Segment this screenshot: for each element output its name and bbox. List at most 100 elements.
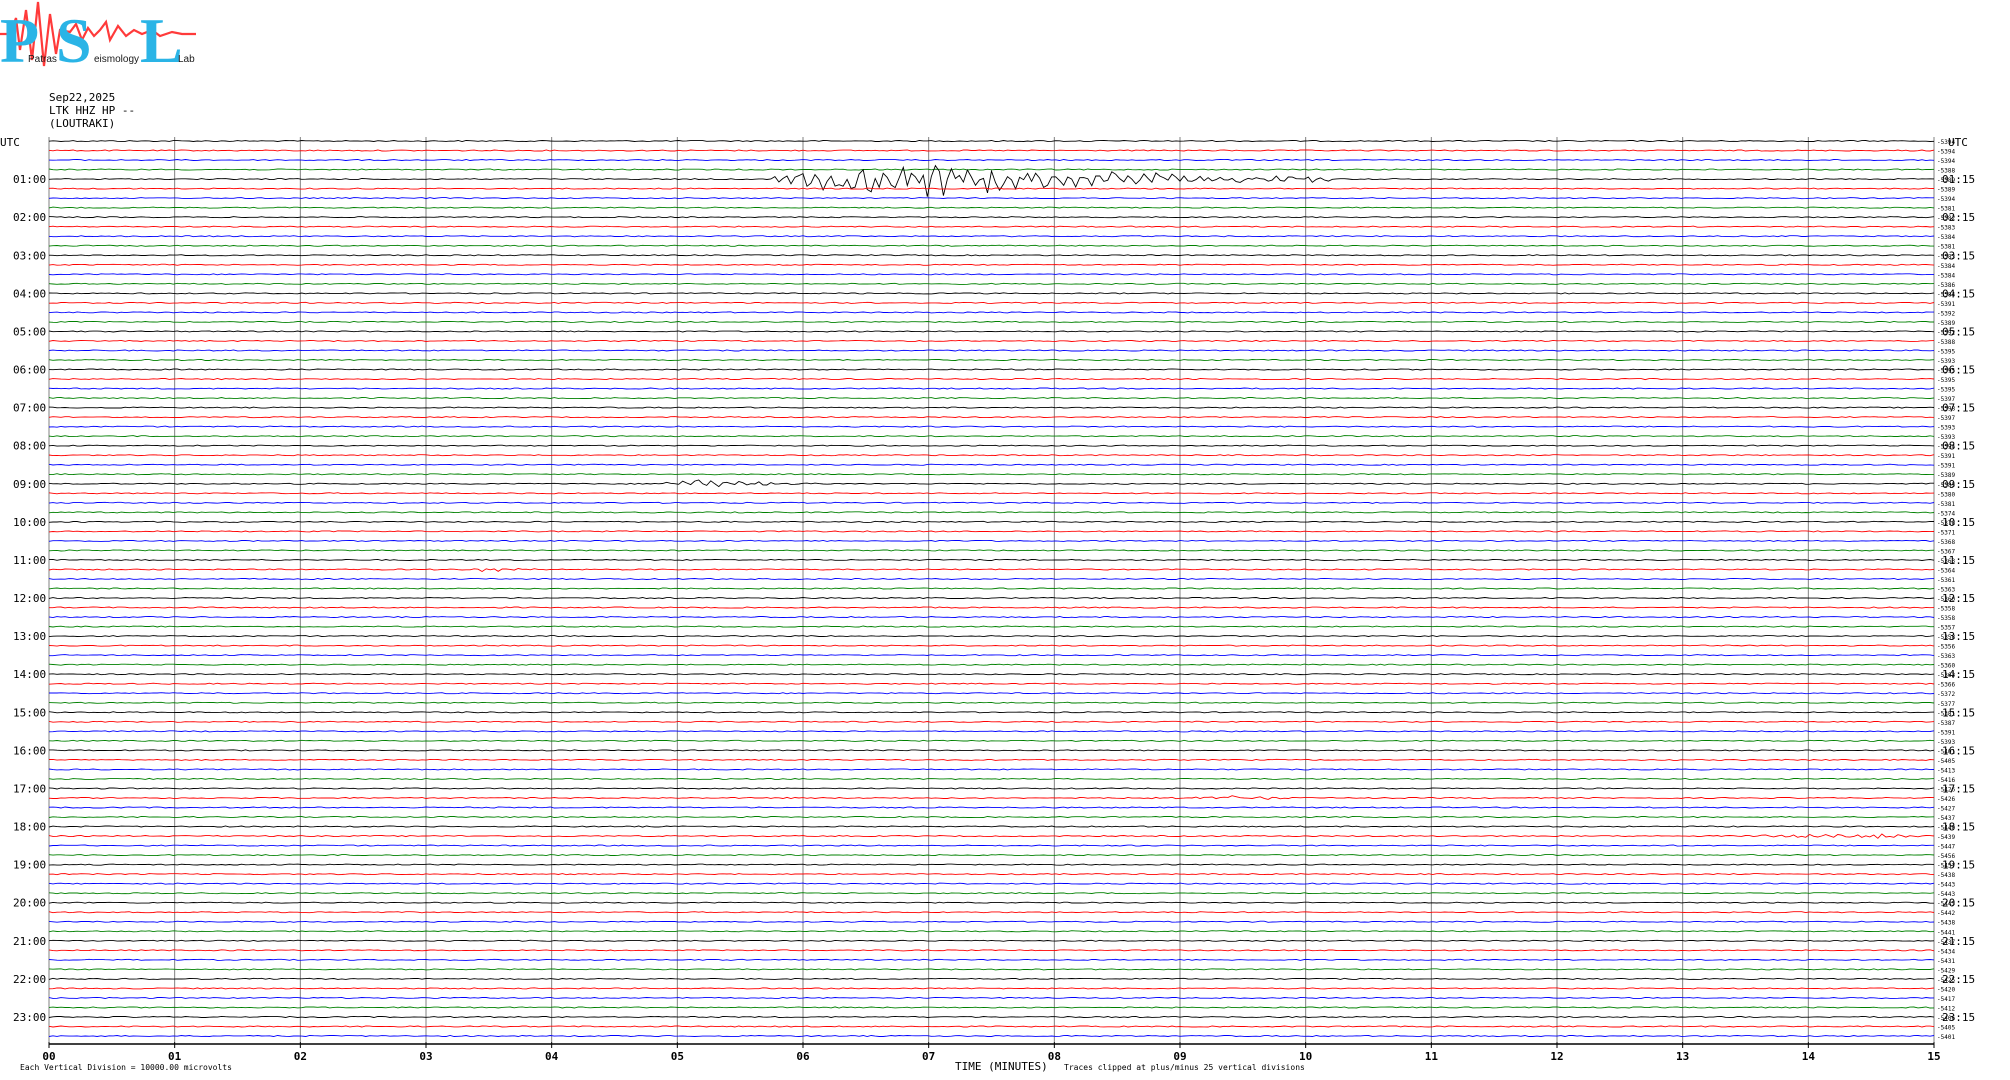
hour-label-right: 17:15 [1942,782,1975,795]
trace-row [48,692,1935,695]
helicorder-plot: UTC UTC TIME (MINUTES) Each Vertical Div… [0,136,1975,1073]
trace-row [48,949,1935,952]
trace-row [48,1015,1935,1018]
row-offset-label: -5438 [1937,872,1955,879]
hour-label-right: 14:15 [1942,668,1975,681]
row-offset-label: -5395 [1937,348,1955,355]
row-offset-label: -5443 [1937,882,1955,889]
trace-row [48,320,1934,323]
row-offset-label: -5364 [1937,567,1955,574]
trace-row [48,263,1935,266]
row-offset-label: -5417 [1937,996,1955,1003]
row-offset-label: -5361 [1937,577,1955,584]
trace-row [48,387,1935,390]
trace-row [48,787,1935,790]
hour-label-left: 21:00 [13,935,46,948]
row-offset-label: -5401 [1937,1034,1955,1041]
hour-label-left: 13:00 [13,630,46,643]
row-offset-label: -5394 [1937,158,1955,165]
trace-row [48,873,1935,876]
hour-label-left: 04:00 [13,287,46,300]
hour-label-left: 19:00 [13,859,46,872]
hour-label-left: 12:00 [13,592,46,605]
hour-label-left: 09:00 [13,478,46,491]
row-offset-label: -5366 [1937,682,1955,689]
x-tick-label: 11 [1425,1050,1439,1063]
row-offset-label: -5394 [1937,149,1955,156]
row-offset-label: -5393 [1937,425,1955,432]
hour-label-left: 10:00 [13,516,46,529]
hour-label-right: 09:15 [1942,478,1975,491]
x-tick-label: 00 [42,1050,55,1063]
hour-label-right: 07:15 [1942,402,1975,415]
row-offset-label: -5394 [1937,196,1955,203]
trace-row [48,1035,1935,1037]
x-tick-label: 10 [1299,1050,1312,1063]
trace-row [48,216,1935,219]
row-offset-label: -5391 [1937,453,1955,460]
row-offset-label: -5397 [1937,415,1955,422]
hour-label-left: 11:00 [13,554,46,567]
trace-row [48,479,1934,488]
row-offset-label: -5426 [1937,796,1955,803]
trace-row [48,416,1935,419]
row-offset-label: -5356 [1937,644,1955,651]
x-tick-label: 03 [419,1050,432,1063]
row-offset-label: -5392 [1937,310,1955,317]
trace-row [48,939,1935,942]
x-tick-label: 09 [1173,1050,1186,1063]
trace-row [48,149,1935,152]
row-offset-label: -5358 [1937,615,1955,622]
trace-row [48,463,1935,466]
hour-label-left: 08:00 [13,440,46,453]
trace-row [48,663,1935,666]
row-offset-label: -5368 [1937,539,1955,546]
x-tick-label: 01 [168,1050,182,1063]
hour-label-right: 15:15 [1942,706,1975,719]
x-tick-label: 05 [671,1050,684,1063]
hour-label-left: 15:00 [13,706,46,719]
row-offset-label: -5405 [1937,1024,1955,1031]
x-tick-label: 15 [1927,1050,1940,1063]
trace-row [48,530,1935,533]
trace-row [48,892,1935,895]
hour-label-right: 21:15 [1942,935,1975,948]
trace-row [49,654,1935,657]
clip-note: Traces clipped at plus/minus 25 vertical… [1064,1063,1305,1072]
hour-label-right: 08:15 [1942,440,1975,453]
trace-row [48,301,1935,304]
row-offset-label: -5371 [1937,529,1955,536]
trace-row [48,795,1935,800]
hour-label-left: 22:00 [13,973,46,986]
row-offset-label: -5395 [1937,387,1955,394]
trace-row [48,720,1935,723]
trace-row [48,549,1935,552]
row-offset-label: -5420 [1937,986,1955,993]
trace-row [48,425,1935,428]
hour-label-left: 07:00 [13,402,46,415]
row-offset-label: -5391 [1937,463,1955,470]
trace-row [48,358,1935,361]
trace-row [48,406,1935,409]
row-offset-label: -5358 [1937,606,1955,613]
trace-row [48,701,1935,704]
hour-label-right: 18:15 [1942,821,1975,834]
trace-row [48,368,1935,371]
trace-row [48,225,1935,228]
trace-row [48,768,1935,771]
trace-row [48,339,1935,342]
row-offset-label: -5394 [1937,139,1955,146]
row-offset-label: -5383 [1937,225,1955,232]
hour-label-left: 14:00 [13,668,46,681]
trace-row [48,977,1935,980]
trace-row [48,882,1935,885]
row-offset-label: -5442 [1937,910,1955,917]
hour-label-right: 10:15 [1942,516,1975,529]
hour-label-right: 01:15 [1942,173,1975,186]
row-offset-label: -5431 [1937,958,1955,965]
hour-label-right: 02:15 [1942,211,1975,224]
trace-row [48,930,1935,933]
row-offset-label: -5384 [1937,272,1955,279]
trace-row [48,539,1935,542]
row-offset-label: -5427 [1937,805,1955,812]
